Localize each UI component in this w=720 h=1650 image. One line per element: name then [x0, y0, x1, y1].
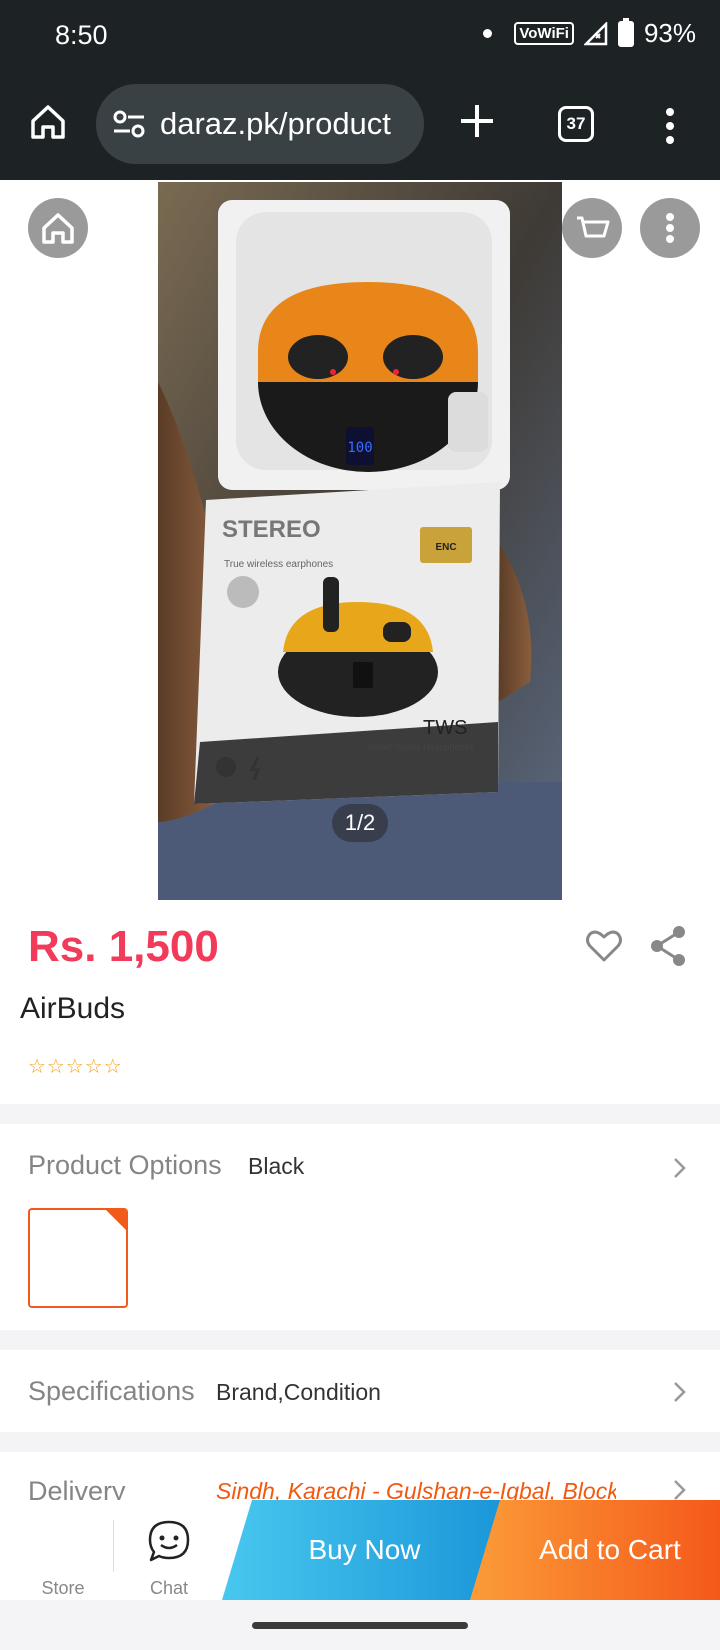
rating-stars[interactable]: ☆☆☆☆☆ — [28, 1054, 123, 1079]
url-text: daraz.pk/product — [160, 106, 391, 141]
product-options-value: Black — [248, 1153, 305, 1179]
more-vert-icon[interactable] — [664, 106, 676, 146]
case-display-text: 100 — [347, 440, 372, 456]
status-time: 8:50 — [55, 20, 108, 50]
status-bar: 8:50 VoWiFi 93% — [0, 0, 720, 72]
signal-icon — [583, 21, 608, 45]
option-swatch-black[interactable] — [28, 1208, 128, 1308]
box-badge-text: ENC — [435, 542, 456, 553]
browser-home-icon[interactable] — [28, 102, 68, 142]
bottom-action-bar: Store Chat Buy Now Add to Cart — [0, 1500, 720, 1600]
url-bar[interactable]: daraz.pk/product — [96, 84, 424, 164]
notification-dot-icon — [483, 29, 493, 38]
product-title: AirBuds — [20, 992, 126, 1025]
chat-icon — [148, 1520, 190, 1562]
battery-icon — [617, 17, 634, 47]
chat-button[interactable]: Chat — [114, 1500, 224, 1600]
home-floating-button[interactable] — [28, 198, 88, 258]
buy-now-button[interactable]: Buy Now — [222, 1500, 507, 1600]
chat-label: Chat — [149, 1578, 189, 1598]
product-price: Rs. 1,500 — [28, 922, 219, 971]
product-info: Rs. 1,500 AirBuds ☆☆☆☆☆ — [0, 900, 720, 1104]
box-brand-text: STEREO — [222, 516, 321, 543]
store-button[interactable]: Store — [8, 1500, 118, 1600]
specifications-section[interactable]: Specifications Brand,Condition — [0, 1350, 720, 1432]
chevron-right-icon — [674, 1480, 686, 1500]
more-vert-icon — [666, 213, 674, 243]
specifications-label: Specifications — [28, 1376, 195, 1406]
add-to-cart-button[interactable]: Add to Cart — [470, 1500, 720, 1600]
home-icon — [42, 213, 74, 244]
new-tab-icon[interactable] — [458, 102, 496, 140]
gesture-nav-bar — [0, 1600, 720, 1650]
cart-floating-button[interactable] — [562, 198, 622, 258]
box-model-sub-text: Smart Sports Headphones — [368, 742, 475, 752]
cart-icon — [577, 216, 610, 238]
specifications-value: Brand,Condition — [216, 1379, 381, 1405]
gallery-page-indicator: 1/2 — [332, 804, 388, 842]
delivery-section[interactable]: Delivery Sindh, Karachi - Gulshan-e-Iqba… — [0, 1452, 720, 1504]
tab-switcher-button[interactable]: 37 — [558, 106, 594, 142]
product-options-section[interactable]: Product Options Black — [0, 1124, 720, 1330]
more-floating-button[interactable] — [640, 198, 700, 258]
site-settings-icon[interactable] — [112, 109, 146, 139]
share-icon[interactable] — [648, 924, 688, 968]
browser-toolbar: daraz.pk/product 37 — [0, 72, 720, 180]
chevron-right-icon — [674, 1382, 686, 1402]
product-options-label: Product Options — [28, 1150, 222, 1180]
heart-icon[interactable] — [584, 926, 624, 966]
product-gallery[interactable]: 100 STEREO True wireless earphones ENC T… — [0, 180, 720, 900]
store-label: Store — [41, 1578, 85, 1598]
box-tagline-text: True wireless earphones — [224, 559, 333, 570]
product-photo[interactable]: 100 STEREO True wireless earphones ENC T… — [158, 182, 562, 900]
chevron-right-icon — [674, 1158, 686, 1178]
box-model-text: TWS — [423, 717, 467, 739]
status-icons: VoWiFi 93% — [483, 17, 696, 49]
vowifi-icon: VoWiFi — [514, 22, 574, 45]
home-gesture-handle[interactable] — [252, 1622, 468, 1629]
battery-percent: 93% — [643, 18, 696, 48]
